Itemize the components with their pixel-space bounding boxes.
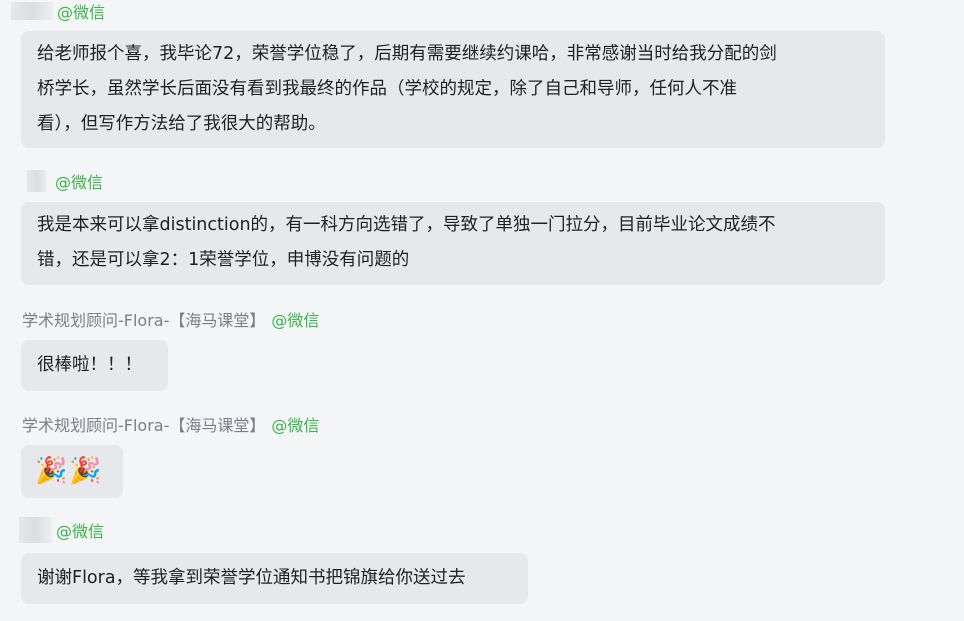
sender-row: 学术规划顾问-Flora-【海马课堂】 @微信: [22, 412, 319, 436]
message-line: 很棒啦！！！: [37, 355, 142, 375]
sender-name[interactable]: 学术规划顾问-Flora-【海马课堂】: [22, 412, 265, 436]
sender-name[interactable]: 学术规划顾问-Flora-【海马课堂】: [22, 307, 265, 331]
message-line: 看），但写作方法给了我很大的帮助。: [37, 114, 326, 134]
message-line: 给老师报个喜，我毕论72，荣誉学位稳了，后期有需要继续约课哈，非常感谢当时给我分…: [37, 44, 777, 64]
party-popper-emoji: 🎉🎉: [35, 456, 104, 486]
channel-label: @微信: [271, 416, 320, 435]
sender-row: @微信: [11, 0, 105, 23]
message-bubble[interactable]: 谢谢Flora，等我拿到荣誉学位通知书把锦旗给你送过去: [21, 553, 528, 604]
message-bubble[interactable]: 给老师报个喜，我毕论72，荣誉学位稳了，后期有需要继续约课哈，非常感谢当时给我分…: [21, 31, 885, 148]
chat-thread: @微信 给老师报个喜，我毕论72，荣誉学位稳了，后期有需要继续约课哈，非常感谢当…: [0, 0, 964, 621]
channel-label: @微信: [271, 311, 320, 330]
message-line: 谢谢Flora，等我拿到荣誉学位通知书把锦旗给你送过去: [37, 568, 466, 588]
message-bubble[interactable]: 很棒啦！！！: [21, 340, 168, 391]
avatar[interactable]: [19, 517, 52, 543]
message-line: 我是本来可以拿distinction的，有一科方向选错了，导致了单独一门拉分，目…: [37, 215, 776, 235]
message-bubble[interactable]: 🎉🎉: [21, 445, 123, 498]
avatar[interactable]: [27, 170, 47, 192]
channel-label: @微信: [56, 522, 105, 541]
message-line: 错，还是可以拿2：1荣誉学位，申博没有问题的: [37, 250, 410, 270]
channel-label: @微信: [55, 173, 104, 192]
sender-row: @微信: [19, 517, 105, 543]
avatar[interactable]: [11, 2, 53, 20]
sender-row: @微信: [27, 169, 103, 193]
message-line: 桥学长，虽然学长后面没有看到我最终的作品（学校的规定，除了自己和导师，任何人不准: [37, 79, 737, 99]
message-bubble[interactable]: 我是本来可以拿distinction的，有一科方向选错了，导致了单独一门拉分，目…: [21, 202, 885, 285]
channel-label: @微信: [57, 3, 106, 22]
sender-row: 学术规划顾问-Flora-【海马课堂】 @微信: [22, 307, 319, 331]
